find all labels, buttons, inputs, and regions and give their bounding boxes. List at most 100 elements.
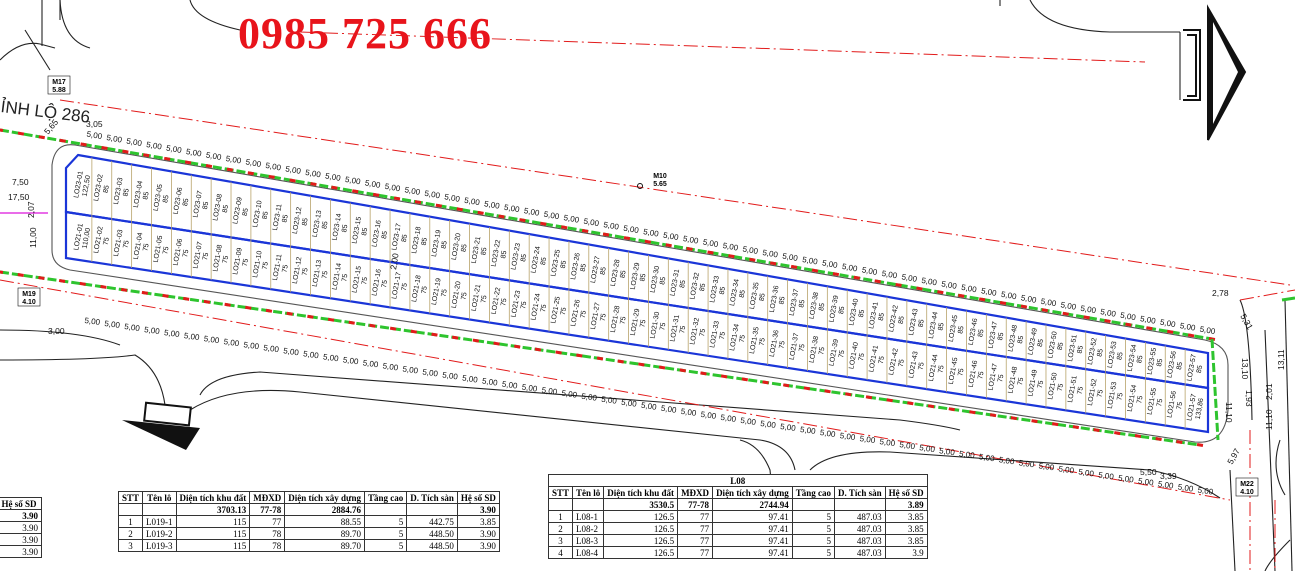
dim-lot-top: 5,00 — [941, 279, 958, 291]
hedge-mark — [514, 344, 521, 349]
dim-lot-top: 5,00 — [961, 283, 978, 295]
lot-area: 75 — [401, 283, 409, 292]
table-cell: 3.85 — [884, 510, 928, 523]
lot-area: 75 — [699, 328, 707, 337]
lot-area: 75 — [838, 350, 846, 359]
lot-area: 85 — [1176, 361, 1184, 370]
lot-area: 75 — [460, 292, 468, 301]
dim-lot-top: 5,00 — [1120, 311, 1137, 323]
hedge-mark — [762, 380, 769, 385]
dim-lot-top: 5,00 — [146, 140, 163, 152]
table-cell: 3.85 — [456, 515, 500, 528]
dim-lot-top: 5,00 — [503, 203, 520, 215]
lot-label-top: LO23-0485 — [133, 180, 151, 208]
dim-lot-bottom: 5,00 — [1157, 479, 1174, 490]
lot-label-bottom: LO21-5375 — [1107, 381, 1125, 409]
lot-label-bottom: LO21-5675 — [1166, 390, 1184, 418]
dim-lot-top: 5,00 — [1100, 307, 1117, 319]
lot-area: 85 — [301, 217, 309, 226]
dim-lot-bottom: 5,00 — [183, 331, 200, 342]
table-cell: 88.55 — [284, 515, 365, 528]
table-cell: L08-1 — [572, 510, 605, 523]
lot-area: 75 — [341, 273, 349, 282]
dim-lot-top: 5,00 — [1000, 290, 1017, 302]
lot-area: 85 — [142, 191, 150, 200]
lot-area: 85 — [838, 306, 846, 315]
hedge-mark — [1072, 425, 1080, 430]
lot-label-bottom: LO21-1975 — [431, 278, 449, 306]
table-cell: 3.85 — [884, 534, 928, 547]
lot-area: 75 — [1116, 392, 1124, 401]
hedge-mark — [265, 308, 273, 313]
hedge-mark — [907, 401, 914, 406]
dim-lot-top: 5,00 — [722, 241, 739, 253]
dim-left-4: 11,00 — [28, 227, 38, 248]
dim-lot-bottom: 5,00 — [84, 316, 101, 327]
dim-right-3: 11,10 — [1224, 402, 1234, 423]
table-cell: 3.90 — [456, 539, 500, 552]
dim-lot-top: 5,00 — [1199, 325, 1216, 337]
lot-area: 85 — [977, 329, 985, 338]
lot-area: 85 — [619, 270, 627, 279]
dim-lot-top: 5,00 — [881, 269, 898, 281]
table-cell: 5 — [791, 522, 836, 535]
table-cell: 487.03 — [834, 522, 886, 535]
dim-lot-bottom: 5,00 — [422, 367, 439, 378]
marker-m19: M19 4.10 — [17, 287, 41, 307]
lot-label-bottom: LO21-0775 — [192, 241, 210, 269]
dim-right-5: 5,97 — [1225, 446, 1242, 466]
dim-lot-bottom: 5,00 — [581, 392, 598, 403]
dim-lot-bottom: 5,00 — [859, 434, 876, 445]
lot-area: 75 — [540, 304, 548, 313]
dim-lot-bottom: 5,00 — [561, 389, 578, 400]
lot-area: 85 — [818, 303, 826, 312]
lot-label-top: LO23-5185 — [1067, 334, 1085, 362]
lot-label-bottom: LO21-3575 — [749, 326, 767, 354]
table-total-cell: 3.90 — [456, 503, 500, 516]
lot-label-bottom: LO21-0675 — [173, 238, 191, 266]
dim-lot-bottom: 5,00 — [1118, 473, 1135, 484]
table-row: 4 L08-4 126.5 77 97.41 5 487.03 3.9 — [547, 546, 928, 559]
lot-label-top: LO23-1285 — [292, 206, 310, 234]
lot-label-top: LO23-4385 — [908, 308, 926, 336]
lot-label-bottom: LO21-57133,86 — [1186, 393, 1205, 421]
table-cell: 487.03 — [834, 510, 886, 523]
lot-label-bottom: LO21-4875 — [1007, 366, 1025, 394]
lot-label-top: LO23-1185 — [272, 203, 290, 231]
dim-lot-bottom: 5,00 — [1018, 458, 1035, 469]
lot-label-top: LO23-3285 — [689, 272, 707, 300]
lot-area: 85 — [262, 211, 270, 220]
partial-table: Hệ số SD 3.90 3.90 3.90 3.90 — [0, 497, 42, 558]
hedge-mark — [38, 275, 45, 280]
dim-top-end: 2,78 — [1212, 288, 1229, 298]
dim-lot-bottom: 5,00 — [700, 410, 717, 421]
lot-label-bottom: LO21-3975 — [829, 339, 847, 367]
lot-label-bottom: LO21-0875 — [212, 244, 230, 272]
lot-area: 75 — [361, 276, 369, 285]
table-total-cell — [117, 503, 144, 516]
hedge-mark — [865, 395, 873, 400]
dim-lot-bottom: 5,00 — [899, 440, 916, 451]
dim-lot-top: 5,00 — [1020, 293, 1037, 305]
hedge-mark — [38, 135, 46, 140]
table-header-cell: D. Tích sàn — [406, 491, 458, 504]
lot-area: 75 — [918, 362, 926, 371]
table-header-cell: STT — [117, 491, 144, 504]
partial-value: 3.90 — [0, 509, 42, 522]
dim-lot-top: 5,00 — [305, 168, 322, 180]
table-cell: 126.5 — [603, 522, 679, 535]
table-cell: L08-3 — [572, 534, 605, 547]
lot-area: 75 — [659, 322, 667, 331]
lot-label-bottom: LO21-3775 — [789, 332, 807, 360]
hedge-mark — [617, 359, 624, 364]
lot-label-top: LO23-5485 — [1127, 344, 1145, 372]
table-cell: 77 — [677, 522, 714, 535]
table-header-cell: Tên lô — [142, 491, 177, 504]
dim-lot-top: 5,00 — [642, 227, 659, 239]
dim-lot-top: 5,00 — [483, 199, 500, 211]
table-header-cell: Hệ số SD — [456, 491, 500, 504]
dim-lot-bottom: 5,00 — [1098, 470, 1115, 481]
lot-area: 75 — [719, 331, 727, 340]
marker-id: M17 — [52, 79, 66, 86]
lot-label-top: LO23-5785 — [1186, 354, 1204, 382]
